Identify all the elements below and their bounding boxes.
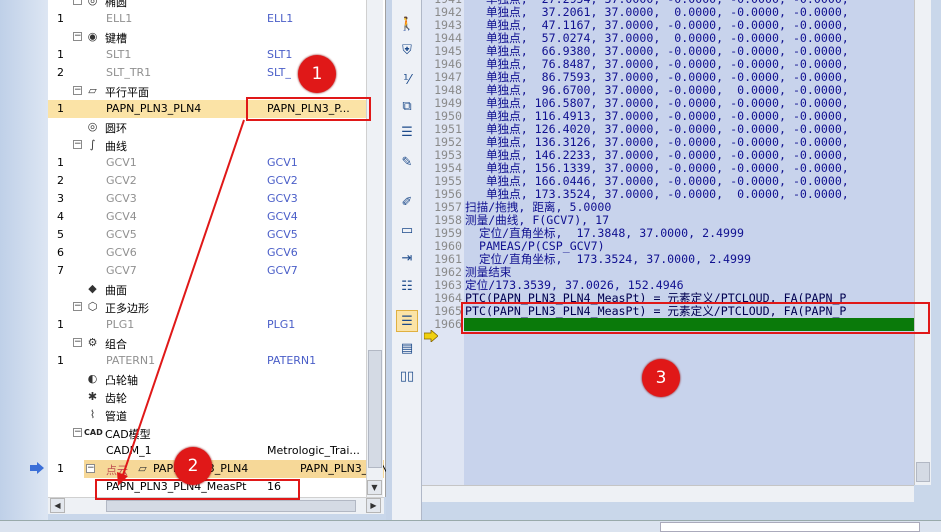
- callout-2: 2: [174, 447, 212, 485]
- callout-3: 3: [642, 359, 680, 397]
- status-field: [660, 522, 920, 532]
- annotation-arrow: [117, 119, 245, 486]
- status-bar: [0, 520, 941, 532]
- callout-1: 1: [298, 55, 336, 93]
- app-window: − ◎ 椭圆 1 ELL1 ELL1− ◉ 键槽 1 SLT1 SLT1 2 SLT_TR1 SLT_ − ▱…: [0, 0, 941, 532]
